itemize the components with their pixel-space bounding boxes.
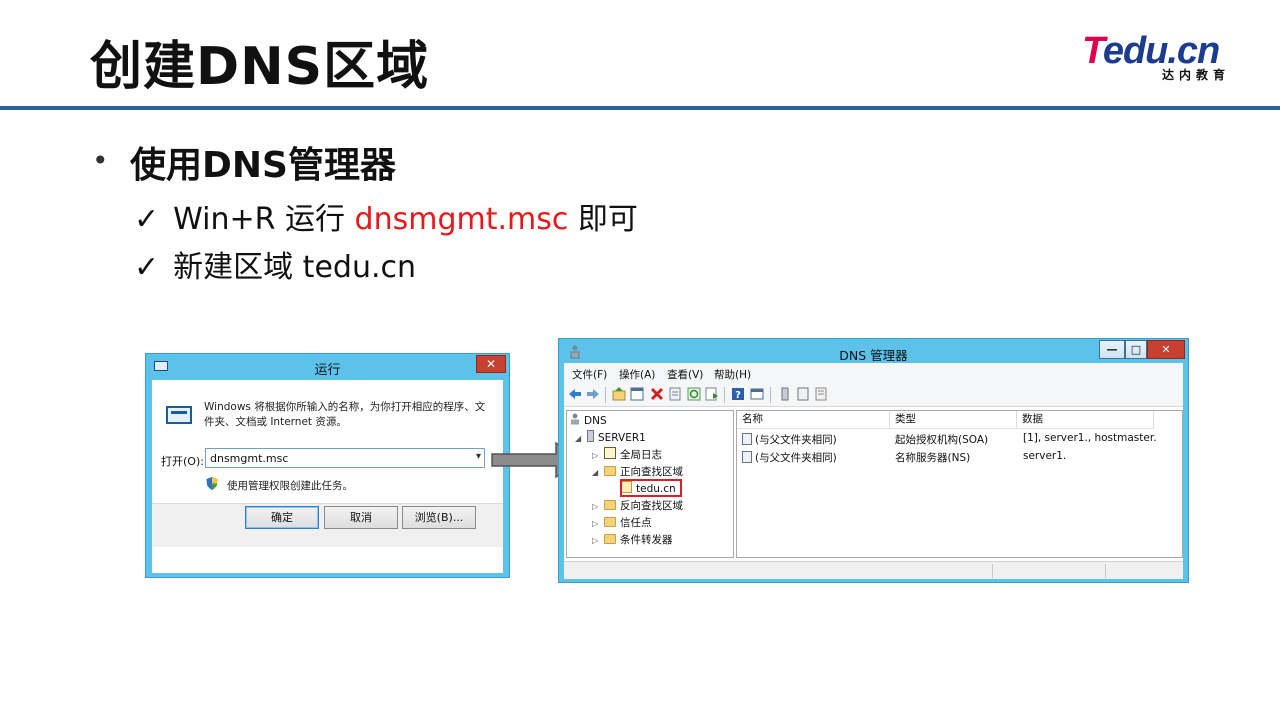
logo-subtitle: 达内教育 bbox=[1161, 68, 1230, 82]
collapsed-icon[interactable]: ▷ bbox=[592, 536, 604, 545]
tree-item-server[interactable]: ◢ SERVER1 bbox=[575, 430, 646, 446]
tedu-logo: Tedu.cn 达内教育 bbox=[1082, 30, 1242, 86]
collapsed-icon[interactable]: ▷ bbox=[592, 502, 604, 511]
tree-item-global-log[interactable]: ▷ 全局日志 bbox=[592, 447, 662, 463]
record-name[interactable]: (与父文件夹相同) bbox=[742, 450, 837, 465]
properties-icon[interactable] bbox=[668, 387, 682, 401]
column-name[interactable]: 名称 bbox=[737, 411, 890, 429]
collapsed-icon[interactable]: ▷ bbox=[592, 519, 604, 528]
run-title: 运行 bbox=[314, 363, 341, 378]
bullet-dot-icon: • bbox=[92, 144, 109, 177]
dns-close-button[interactable]: ✕ bbox=[1147, 340, 1185, 359]
column-type[interactable]: 类型 bbox=[890, 411, 1017, 429]
record-type: 起始授权机构(SOA) bbox=[895, 434, 989, 446]
record-list: 名称 类型 数据 (与父文件夹相同) 起始授权机构(SOA) [1], serv… bbox=[736, 410, 1183, 558]
open-combobox[interactable]: dnsmgmt.msc ▾ bbox=[205, 448, 485, 468]
open-input-value[interactable]: dnsmgmt.msc bbox=[210, 452, 288, 465]
console-icon[interactable] bbox=[750, 387, 764, 401]
header-divider bbox=[0, 106, 1280, 110]
back-icon[interactable] bbox=[568, 387, 582, 401]
tree-item-dns[interactable]: DNS bbox=[570, 413, 607, 429]
status-divider bbox=[992, 564, 993, 578]
run-dialog: 运行 ✕ Windows 将根据你所输入的名称，为你打开相应的程序、文件夹、文档… bbox=[145, 353, 510, 578]
toolbar-separator bbox=[724, 387, 725, 403]
menu-help[interactable]: 帮助(H) bbox=[714, 367, 751, 382]
dns-manager-window: DNS 管理器 — □ ✕ 文件(F) 操作(A) 查看(V) 帮助(H) ? bbox=[558, 338, 1189, 583]
console-tree: DNS ◢ SERVER1 ▷ 全局日志 ◢ 正向查找区域 tedu.cn ▷ 反向查找… bbox=[566, 410, 734, 558]
open-label: 打开(O): bbox=[161, 455, 204, 468]
menu-file[interactable]: 文件(F) bbox=[572, 367, 607, 382]
server-icon bbox=[587, 430, 594, 442]
browse-button[interactable]: 浏览(B)... bbox=[402, 506, 476, 529]
show-hide-tree-icon[interactable] bbox=[630, 387, 644, 401]
log-icon bbox=[604, 447, 616, 459]
record-icon bbox=[742, 433, 752, 445]
expanded-icon[interactable]: ◢ bbox=[575, 434, 587, 443]
run-titlebar[interactable]: 运行 ✕ bbox=[146, 354, 509, 380]
record-icon bbox=[742, 451, 752, 463]
svg-text:?: ? bbox=[735, 390, 741, 401]
bullet-heading: 使用DNS管理器 bbox=[130, 145, 396, 186]
command-highlight: dnsmgmt.msc bbox=[354, 202, 569, 237]
toolbar-separator bbox=[605, 387, 606, 403]
chevron-down-icon[interactable]: ▾ bbox=[476, 451, 481, 462]
checkmark-icon: ✓ bbox=[134, 250, 160, 285]
tree-item-forward-zones[interactable]: ◢ 正向查找区域 bbox=[592, 464, 683, 480]
folder-icon bbox=[604, 534, 616, 544]
status-divider bbox=[1105, 564, 1106, 578]
status-bar bbox=[564, 561, 1183, 579]
delete-icon[interactable] bbox=[650, 387, 664, 401]
help-icon[interactable]: ? bbox=[731, 387, 745, 401]
admin-note: 使用管理权限创建此任务。 bbox=[227, 480, 353, 492]
minimize-button[interactable]: — bbox=[1099, 340, 1125, 359]
checkmark-icon: ✓ bbox=[134, 202, 160, 237]
tree-item-reverse-zones[interactable]: ▷ 反向查找区域 bbox=[592, 498, 683, 514]
up-folder-icon[interactable] bbox=[612, 387, 626, 401]
folder-icon bbox=[604, 466, 616, 476]
record-type: 名称服务器(NS) bbox=[895, 452, 971, 464]
menu-view[interactable]: 查看(V) bbox=[667, 367, 703, 382]
collapsed-icon[interactable]: ▷ bbox=[592, 451, 604, 460]
export-list-icon[interactable] bbox=[705, 387, 719, 401]
expanded-icon[interactable]: ◢ bbox=[592, 468, 604, 477]
cancel-button[interactable]: 取消 bbox=[324, 506, 398, 529]
run-close-button[interactable]: ✕ bbox=[476, 355, 506, 373]
run-program-icon bbox=[166, 406, 192, 424]
sub-item-new-zone: ✓ 新建区域 tedu.cn bbox=[134, 250, 416, 285]
toolbar-separator bbox=[770, 387, 771, 403]
menu-action[interactable]: 操作(A) bbox=[619, 367, 655, 382]
maximize-button[interactable]: □ bbox=[1125, 340, 1147, 359]
tree-item-forwarders[interactable]: ▷ 条件转发器 bbox=[592, 532, 673, 548]
highlight-box bbox=[620, 479, 682, 497]
zone-icon[interactable] bbox=[814, 387, 828, 401]
slide-title: 创建DNS区域 bbox=[90, 37, 430, 97]
toolbar: ? bbox=[564, 383, 1183, 407]
run-description: Windows 将根据你所输入的名称，为你打开相应的程序、文件夹、文档或 Int… bbox=[204, 401, 486, 428]
record-icon[interactable] bbox=[796, 387, 810, 401]
sub-item-run: ✓ Win+R 运行 dnsmgmt.msc 即可 bbox=[134, 202, 638, 237]
record-data: [1], server1., hostmaster. bbox=[1023, 432, 1157, 444]
folder-icon bbox=[604, 517, 616, 527]
uac-shield-icon bbox=[206, 477, 218, 490]
server-icon[interactable] bbox=[778, 387, 792, 401]
refresh-icon[interactable] bbox=[687, 387, 701, 401]
dns-icon bbox=[571, 413, 579, 425]
record-name[interactable]: (与父文件夹相同) bbox=[742, 432, 837, 447]
column-data[interactable]: 数据 bbox=[1017, 411, 1154, 429]
forward-icon[interactable] bbox=[586, 387, 600, 401]
tree-item-trust-points[interactable]: ▷ 信任点 bbox=[592, 515, 652, 531]
menu-bar: 文件(F) 操作(A) 查看(V) 帮助(H) bbox=[564, 363, 1183, 383]
record-data: server1. bbox=[1023, 450, 1067, 462]
folder-icon bbox=[604, 500, 616, 510]
dns-client-area: 文件(F) 操作(A) 查看(V) 帮助(H) ? DNS ◢ SERVER1 … bbox=[564, 363, 1183, 579]
ok-button[interactable]: 确定 bbox=[245, 506, 319, 529]
dns-window-title: DNS 管理器 bbox=[839, 348, 908, 363]
